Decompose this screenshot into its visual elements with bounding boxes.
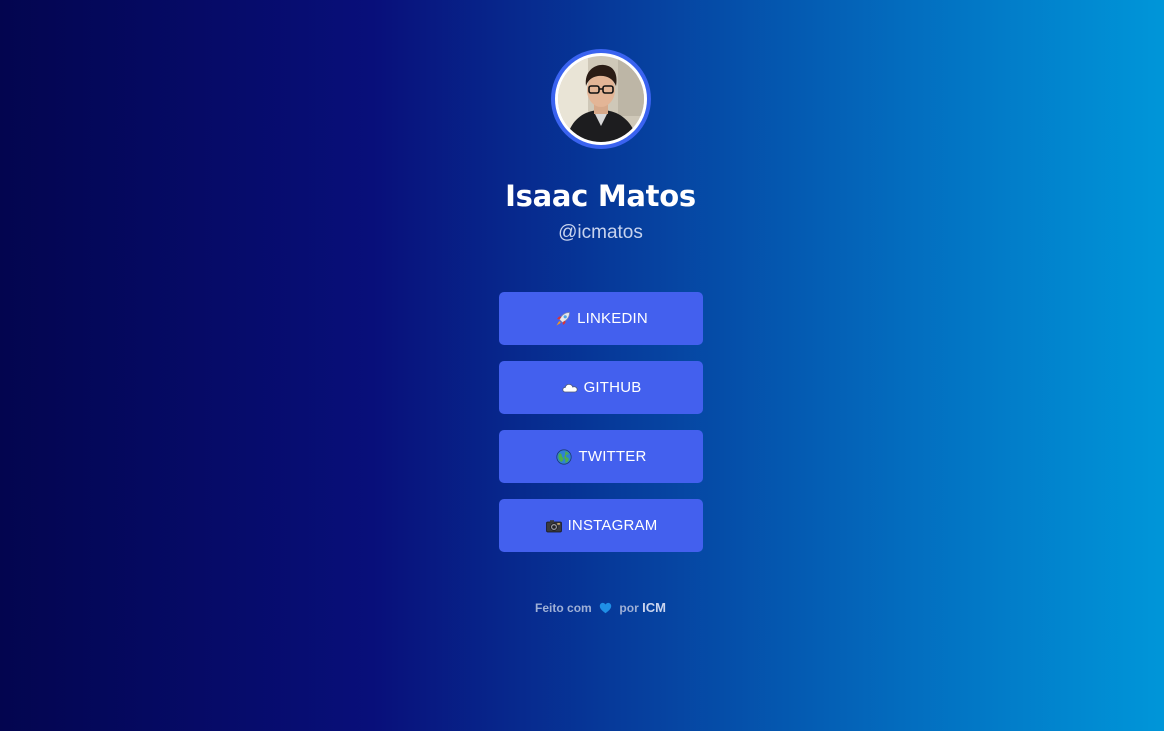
linkedin-label: LINKEDIN	[577, 310, 648, 327]
avatar	[551, 49, 651, 149]
avatar-frame	[555, 53, 647, 145]
globe-icon	[555, 448, 573, 466]
github-label: GITHUB	[583, 379, 642, 396]
rocket-icon	[554, 310, 572, 328]
profile-name: Isaac Matos	[505, 179, 696, 213]
link-list: LINKEDIN GITHUB TWITTER INSTAGRAM	[499, 292, 703, 568]
github-button[interactable]: GITHUB	[499, 361, 703, 414]
profile-page: Isaac Matos @icmatos LINKEDIN GITHUB TWI…	[0, 0, 1164, 731]
footer: Feito com por ICM	[0, 600, 1164, 616]
instagram-label: INSTAGRAM	[567, 517, 658, 534]
profile-handle: @icmatos	[558, 222, 643, 243]
linkedin-button[interactable]: LINKEDIN	[499, 292, 703, 345]
instagram-button[interactable]: INSTAGRAM	[499, 499, 703, 552]
profile-photo	[558, 56, 644, 142]
blue-heart-icon	[599, 602, 612, 614]
camera-icon	[545, 517, 563, 535]
twitter-button[interactable]: TWITTER	[499, 430, 703, 483]
footer-brand: ICM	[642, 600, 666, 615]
cloud-icon	[561, 379, 579, 397]
footer-prefix: Feito com	[535, 601, 592, 615]
twitter-label: TWITTER	[578, 448, 647, 465]
footer-by: por	[619, 601, 639, 615]
